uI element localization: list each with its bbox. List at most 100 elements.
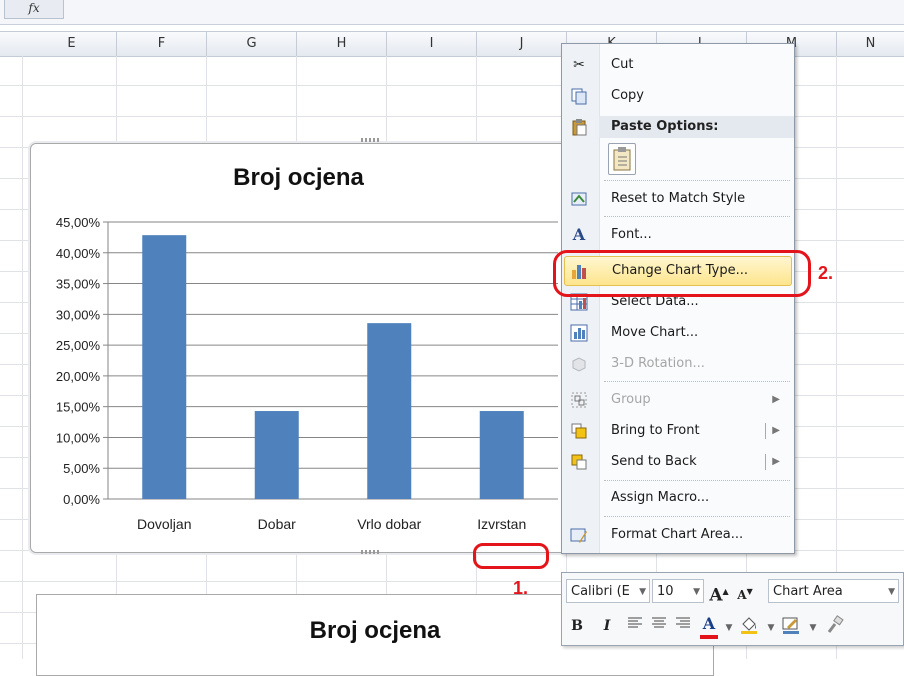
menu-separator: [604, 180, 790, 181]
menu-separator: [604, 381, 790, 382]
menu-separator: [604, 480, 790, 481]
annotation-oval-resize-handle: [473, 543, 549, 569]
outline-color-button[interactable]: [780, 615, 802, 637]
menu-item-label: Move Chart...: [611, 325, 699, 340]
column-header-e[interactable]: E: [27, 32, 117, 56]
submenu-arrow-icon: ▶: [772, 394, 780, 405]
menu-item-label: Bring to Front: [611, 423, 700, 438]
menu-item-move-chart[interactable]: Move Chart...: [562, 319, 794, 347]
bar[interactable]: [254, 411, 299, 499]
x-tick-label: Vrlo dobar: [357, 516, 421, 532]
font-color-swatch: [700, 635, 718, 639]
menu-item-label: Cut: [611, 57, 634, 72]
menu-item-copy[interactable]: Copy: [562, 82, 794, 110]
font-name-select[interactable]: Calibri (E ▼: [566, 579, 650, 603]
chart-area[interactable]: Broj ocjena 0,00% 5,00% 10,00% 15,00% 20,00%…: [30, 138, 567, 554]
y-tick-label: 15,00%: [56, 400, 101, 415]
menu-item-label: Font...: [611, 227, 652, 242]
paste-keep-formatting-button[interactable]: [608, 143, 636, 175]
paste-options-header: Paste Options:: [599, 116, 794, 138]
chart-plot[interactable]: 0,00% 5,00% 10,00% 15,00% 20,00% 25,00% 30,00%…: [31, 144, 566, 552]
bar[interactable]: [142, 235, 187, 499]
chevron-down-icon: ▼: [888, 587, 895, 597]
mini-toolbar: Calibri (E ▼ 10 ▼ A▲ A▼ Chart Area ▼ B I…: [561, 572, 904, 646]
column-header-n[interactable]: N: [837, 32, 904, 56]
submenu-arrow-icon[interactable]: ▶: [772, 417, 780, 445]
y-tick-label: 35,00%: [56, 277, 101, 292]
menu-item-send-to-back[interactable]: Send to Back ▶: [562, 448, 794, 476]
shrink-font-button[interactable]: A▼: [734, 580, 756, 602]
menu-item-label: Format Chart Area...: [611, 527, 744, 542]
menu-item-bring-to-front[interactable]: Bring to Front ▶: [562, 417, 794, 445]
font-name-value: Calibri (E: [571, 584, 630, 599]
menu-separator: [604, 216, 790, 217]
menu-item-label: Paste Options:: [611, 119, 719, 134]
menu-item-label: Assign Macro...: [611, 490, 710, 505]
x-tick-label: Dovoljan: [137, 516, 191, 532]
annotation-highlight-change-chart-type: [553, 250, 811, 297]
chevron-down-icon[interactable]: ▼: [760, 617, 782, 639]
y-tick-label: 25,00%: [56, 338, 101, 353]
chart-elements-select[interactable]: Chart Area ▼: [768, 579, 899, 603]
font-color-icon: A: [702, 614, 716, 633]
menu-item-group[interactable]: Group ▶: [562, 386, 794, 414]
column-header-i[interactable]: I: [387, 32, 477, 56]
grow-font-button[interactable]: A▲: [708, 580, 730, 606]
column-header-g[interactable]: G: [207, 32, 297, 56]
format-area-icon: [570, 526, 588, 544]
x-tick-label: Izvrstan: [477, 516, 526, 532]
font-size-value: 10: [657, 584, 674, 599]
split-separator: [765, 423, 766, 439]
bold-button[interactable]: B: [566, 615, 588, 637]
menu-item-label: 3-D Rotation...: [611, 356, 705, 371]
move-chart-icon: [570, 324, 588, 342]
menu-item-cut[interactable]: ✂ Cut: [562, 51, 794, 79]
bar[interactable]: [479, 411, 524, 499]
y-tick-label: 5,00%: [63, 461, 100, 476]
reset-style-icon: [570, 190, 588, 208]
menu-item-reset-to-match-style[interactable]: Reset to Match Style: [562, 185, 794, 213]
chevron-down-icon: ▼: [639, 587, 646, 597]
annotation-step-1: 1.: [513, 578, 529, 598]
submenu-arrow-icon[interactable]: ▶: [772, 448, 780, 476]
menu-item-3d-rotation[interactable]: 3-D Rotation...: [562, 350, 794, 378]
align-right-button[interactable]: [672, 615, 694, 637]
menu-item-label: Send to Back: [611, 454, 697, 469]
x-tick-label: Dobar: [258, 516, 296, 532]
menu-item-label: Group: [611, 392, 651, 407]
group-icon: [570, 391, 588, 409]
fill-color-button[interactable]: [738, 615, 760, 637]
chevron-down-icon[interactable]: ▼: [802, 617, 824, 639]
insert-function-button[interactable]: fx: [4, 0, 64, 19]
align-left-button[interactable]: [624, 615, 646, 637]
context-menu: ✂ Cut Copy Paste Options: Reset to Match…: [561, 43, 795, 554]
column-header-f[interactable]: F: [117, 32, 207, 56]
chart-resize-handle-top[interactable]: [361, 138, 379, 142]
bar[interactable]: [367, 323, 412, 499]
menu-item-label: Copy: [611, 88, 644, 103]
column-header-h[interactable]: H: [297, 32, 387, 56]
chevron-down-icon[interactable]: ▼: [718, 617, 740, 639]
rotation-icon: [570, 355, 588, 373]
menu-item-format-chart-area[interactable]: Format Chart Area...: [562, 521, 794, 549]
split-separator: [765, 454, 766, 470]
format-painter-button[interactable]: [824, 615, 846, 637]
font-color-button[interactable]: A: [698, 613, 720, 635]
bring-front-icon: [570, 422, 588, 440]
grow-font-icon: A: [709, 585, 723, 606]
paste-icon: [570, 118, 588, 136]
shrink-font-icon: A: [737, 588, 747, 602]
y-tick-label: 40,00%: [56, 246, 101, 261]
y-tick-label: 10,00%: [56, 430, 101, 445]
formula-bar: fx: [0, 0, 904, 25]
menu-item-assign-macro[interactable]: Assign Macro...: [562, 484, 794, 512]
italic-button[interactable]: I: [596, 615, 618, 637]
font-size-select[interactable]: 10 ▼: [652, 579, 704, 603]
y-tick-label: 45,00%: [56, 215, 101, 230]
y-tick-label: 30,00%: [56, 307, 101, 322]
column-header-j[interactable]: J: [477, 32, 567, 56]
align-center-button[interactable]: [648, 615, 670, 637]
y-tick-label: 0,00%: [63, 492, 100, 507]
copy-icon: [570, 87, 588, 105]
menu-item-font[interactable]: A Font...: [562, 221, 794, 249]
